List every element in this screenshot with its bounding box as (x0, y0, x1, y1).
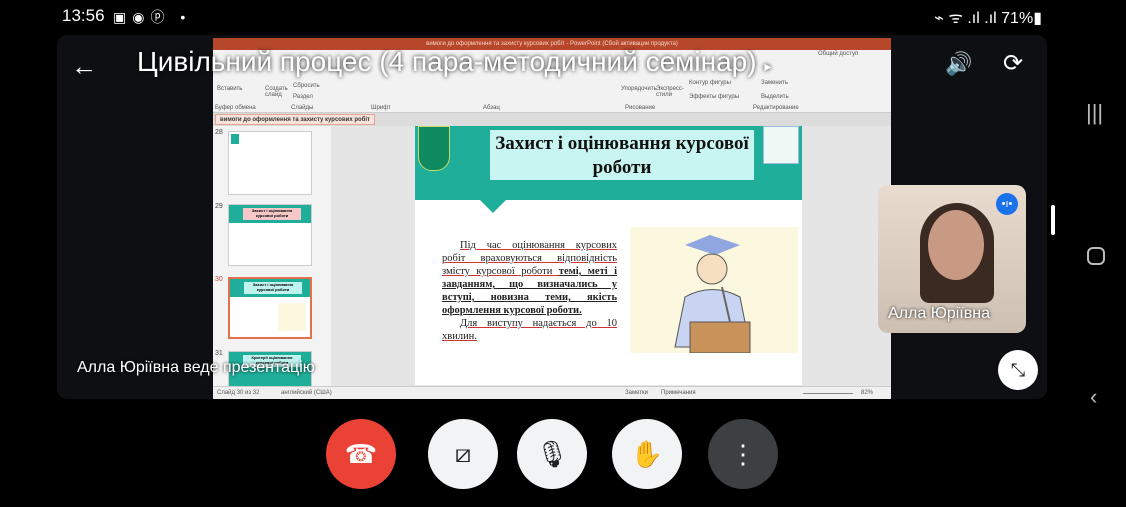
slide-body: Під час оцінювання курсових робіт врахов… (442, 239, 617, 343)
zoom-level[interactable]: 82% (861, 387, 873, 399)
group-label: Рисование (625, 105, 656, 111)
system-status: ⌁ ᯤ .ıl .ıl 71%▮ (934, 10, 1042, 27)
group-label: Абзац (483, 105, 500, 111)
more-vert-icon: ⋮ (730, 438, 756, 469)
mic-off-icon: 🎙 (535, 438, 569, 469)
slide-thumbnails: 28 29 Захист і оцінювання курсової робот… (213, 126, 331, 399)
replace-button[interactable]: Заменить (761, 80, 788, 86)
arrange-button[interactable]: Упорядочить (621, 86, 657, 92)
presenting-label: Алла Юріївна веде презентацію (77, 359, 315, 376)
share-button[interactable]: Общий доступ (818, 51, 858, 57)
collapse-icon[interactable]: ⤡ (998, 350, 1038, 390)
shape-effects-button[interactable]: Эффекты фигуры (689, 94, 739, 100)
new-slide-button[interactable]: Создать слайд (265, 86, 291, 98)
section-button[interactable]: Раздел (293, 94, 313, 100)
raise-hand-button[interactable]: ✋ (612, 419, 682, 489)
home-icon[interactable] (1087, 247, 1105, 265)
thumbnail-28[interactable] (228, 131, 312, 195)
comments-button[interactable]: Примечания (661, 387, 696, 399)
body-text-2: Для виступу надається до 10 хвилин. (442, 318, 617, 342)
chevron-right-icon: ▸ (764, 58, 772, 74)
select-button[interactable]: Выделить (761, 94, 789, 100)
battery-level: 71% (1001, 10, 1034, 27)
group-label: Шрифт (371, 105, 391, 111)
hand-icon: ✋ (630, 438, 664, 469)
thumbnail-29[interactable]: Захист і оцінювання курсової роботи (228, 204, 312, 266)
meeting-title-text: Цивільний процес (4 пара-методичний семі… (137, 46, 757, 77)
group-label: Буфер обмена (215, 105, 256, 111)
notes-button[interactable]: Заметки (625, 387, 648, 399)
group-label: Слайды (291, 105, 314, 111)
speaker-icon[interactable]: 🔊 (945, 51, 972, 77)
camera-off-button[interactable]: ⧄ (428, 419, 498, 489)
end-call-button[interactable]: ☎ (326, 419, 396, 489)
back-arrow-icon[interactable]: ← (71, 51, 97, 82)
quick-styles-button[interactable]: Экспресс-стили (656, 86, 684, 98)
graduate-illustration (630, 227, 798, 354)
current-slide: Захист і оцінювання курсової роботи Під … (415, 126, 802, 385)
thumb-number: 29 (215, 203, 223, 210)
university-logo (418, 126, 450, 171)
thumbnail-30[interactable]: Захист і оцінювання курсової роботи (228, 277, 312, 339)
reset-button[interactable]: Сбросить (293, 83, 320, 89)
powerpoint-status-bar: Слайд 30 из 32 английский (США) Заметки … (213, 386, 891, 399)
phone-hangup-icon: ☎ (344, 438, 378, 469)
slide-counter: Слайд 30 из 32 (217, 390, 260, 396)
thumb-title: Захист і оцінювання курсової роботи (244, 282, 302, 294)
participant-name: Алла Юріївна (888, 305, 990, 322)
thumb-number: 28 (215, 129, 223, 136)
camera-off-icon: ⧄ (454, 438, 472, 468)
screen-share: вимоги до оформлення та захисту курсових… (213, 38, 891, 399)
thumb-number: 31 (215, 350, 223, 357)
recent-apps-icon[interactable]: ||| (1086, 100, 1103, 126)
document-tab[interactable]: вимоги до оформлення та захисту курсових… (215, 114, 375, 125)
meeting-stage: вимоги до оформлення та захисту курсових… (57, 35, 1047, 399)
switch-camera-icon[interactable]: ⟳ (1003, 49, 1023, 78)
language[interactable]: английский (США) (281, 387, 332, 399)
header-notch (480, 200, 506, 213)
notification-icons: ▣◉ⓟ • (113, 9, 192, 25)
document-tab-bar: вимоги до оформлення та захисту курсових… (213, 113, 891, 126)
meeting-title[interactable]: Цивільний процес (4 пара-методичний семі… (137, 46, 771, 78)
participant-face (928, 210, 984, 280)
paste-button[interactable]: Вставить (217, 86, 242, 92)
mic-off-button[interactable]: 🎙 (517, 419, 587, 489)
thumb-number: 30 (215, 276, 223, 283)
more-options-button[interactable]: ⋮ (708, 419, 778, 489)
group-label: Редактирование (753, 105, 799, 111)
slide-title: Захист і оцінювання курсової роботи (490, 130, 754, 180)
scroll-indicator (1051, 205, 1055, 235)
back-nav-icon[interactable]: ‹ (1090, 384, 1097, 410)
phone-status-bar: 13:56 ▣◉ⓟ • ⌁ ᯤ .ıl .ıl 71%▮ (0, 0, 1126, 32)
shape-outline-button[interactable]: Контур фигуры (689, 80, 731, 86)
wifi-icon: ⌁ ᯤ .ıl .ıl (934, 10, 1002, 27)
faculty-logo (763, 126, 799, 164)
clock: 13:56 (62, 6, 105, 25)
speaking-indicator-icon: •ı• (996, 193, 1018, 215)
thumb-title: Захист і оцінювання курсової роботи (243, 208, 301, 220)
zoom-slider[interactable] (803, 393, 853, 394)
participant-tile[interactable]: •ı• Алла Юріївна (878, 185, 1026, 333)
